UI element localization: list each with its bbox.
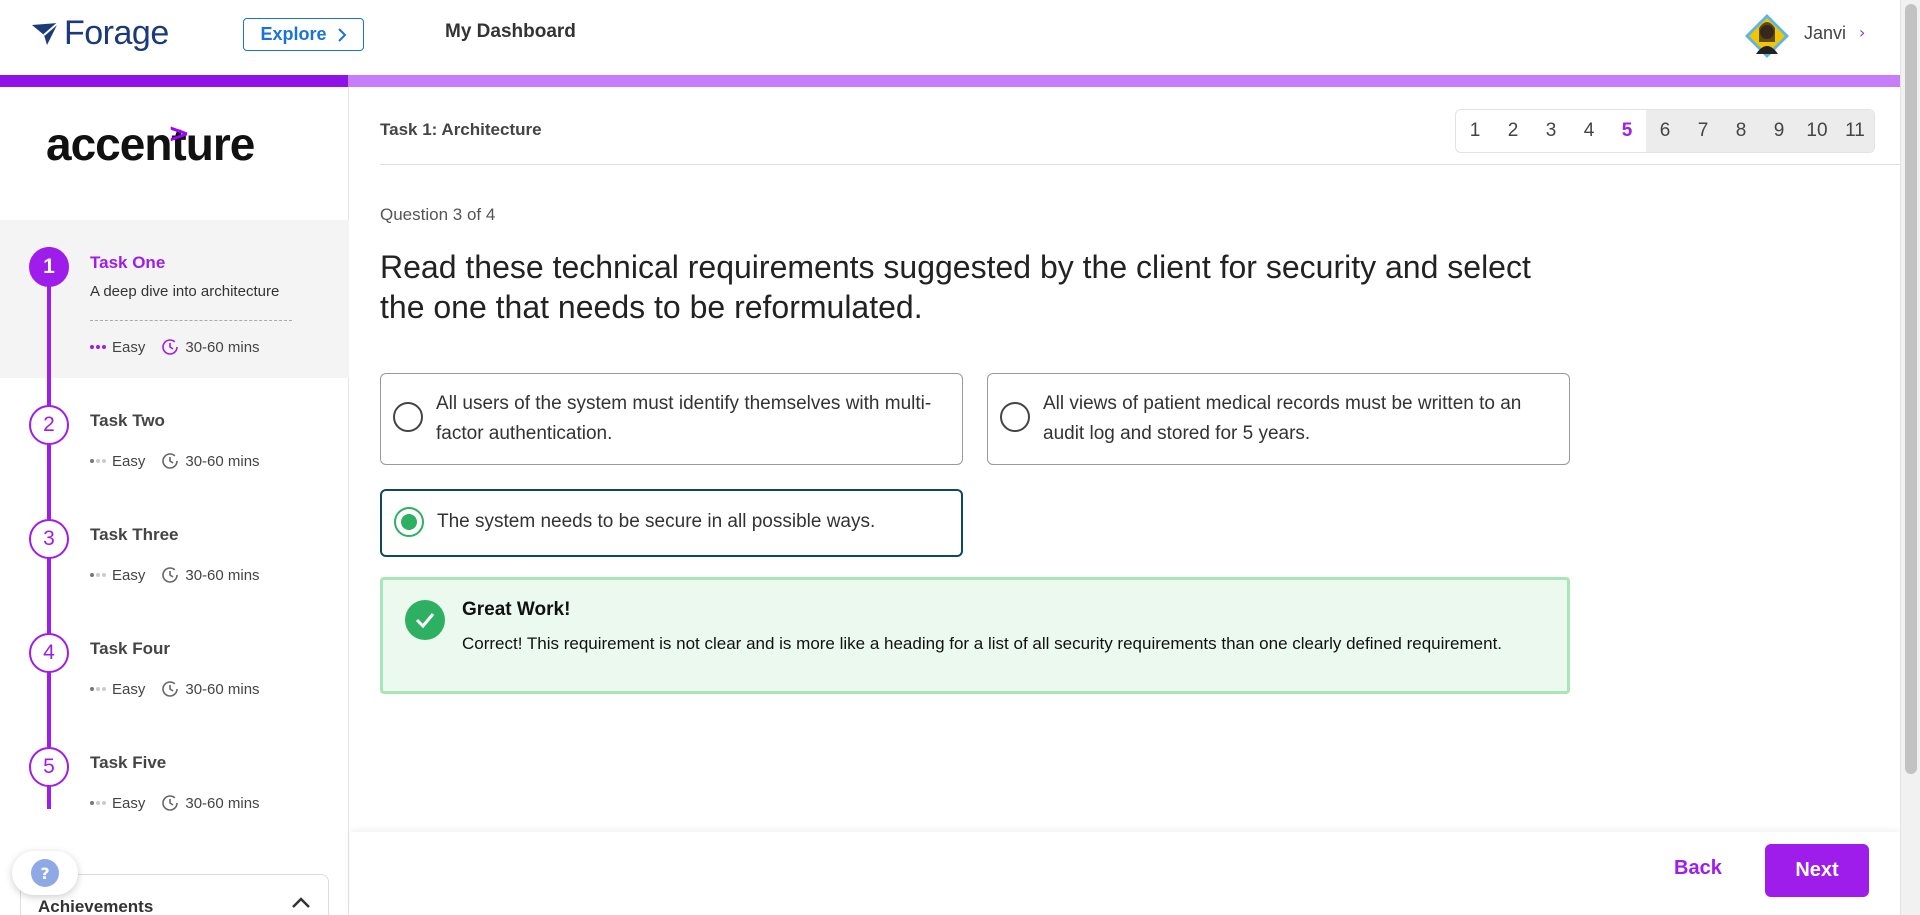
option-text: All users of the system must identify th… — [436, 393, 932, 444]
task-divider — [90, 320, 292, 321]
task-title: Task Three — [90, 525, 179, 544]
achievements-label: Achievements — [38, 897, 154, 915]
footer-bar: Back Next — [350, 832, 1900, 915]
task-title: Task Five — [90, 753, 167, 772]
difficulty-dots-icon — [90, 459, 106, 463]
step-number: 3 — [29, 519, 69, 559]
option-text: All views of patient medical records mus… — [1043, 393, 1522, 444]
task-meta: Easy 30-60 mins — [90, 566, 260, 584]
next-button[interactable]: Next — [1765, 844, 1869, 897]
clock-icon — [161, 680, 179, 698]
task-title: Task Two — [90, 411, 165, 430]
page-11[interactable]: 11 — [1836, 110, 1874, 152]
difficulty-label: Easy — [112, 452, 146, 470]
step-number: 4 — [29, 633, 69, 673]
task-meta: Easy 30-60 mins — [90, 338, 260, 356]
radio-button-checked[interactable] — [394, 507, 424, 537]
my-dashboard-link[interactable]: My Dashboard — [445, 21, 576, 43]
task-title: Task Four — [90, 639, 170, 658]
duration-label: 30-60 mins — [185, 794, 260, 812]
difficulty-label: Easy — [112, 338, 146, 356]
clock-icon — [161, 794, 179, 812]
user-avatar[interactable] — [1743, 12, 1791, 60]
clock-icon — [161, 452, 179, 470]
progress-fill — [0, 75, 348, 87]
answer-option-3[interactable]: The system needs to be secure in all pos… — [380, 489, 963, 557]
radio-button[interactable] — [1000, 402, 1030, 432]
page-7[interactable]: 7 — [1684, 110, 1722, 152]
page-9[interactable]: 9 — [1760, 110, 1798, 152]
difficulty-dots-icon — [90, 345, 106, 349]
difficulty-dots-icon — [90, 801, 106, 805]
difficulty-dots-icon — [90, 573, 106, 577]
user-name[interactable]: Janvi — [1804, 23, 1846, 44]
explore-button[interactable]: Explore — [243, 18, 364, 51]
scrollbar-thumb[interactable] — [1905, 4, 1917, 774]
feedback-text: Correct! This requirement is not clear a… — [462, 634, 1503, 653]
step-number: 2 — [29, 405, 69, 445]
option-text: The system needs to be secure in all pos… — [437, 511, 876, 532]
avatar-icon — [1745, 14, 1789, 58]
task-description: A deep dive into architecture — [90, 283, 280, 300]
feedback-title: Great Work! — [462, 599, 571, 620]
help-button[interactable]: ? — [12, 851, 78, 895]
duration-label: 30-60 mins — [185, 680, 260, 698]
page-10[interactable]: 10 — [1798, 110, 1836, 152]
question-count: Question 3 of 4 — [380, 205, 496, 224]
difficulty-label: Easy — [112, 566, 146, 584]
user-menu-chevron-icon[interactable]: › — [1859, 23, 1865, 42]
page-4[interactable]: 4 — [1570, 110, 1608, 152]
task-title: Task One — [90, 253, 166, 272]
explore-label: Explore — [260, 24, 327, 44]
forage-logo-icon — [32, 21, 59, 45]
duration-label: 30-60 mins — [185, 452, 260, 470]
question-text: Read these technical requirements sugges… — [380, 249, 1531, 325]
duration-label: 30-60 mins — [185, 338, 260, 356]
check-circle-icon — [405, 600, 445, 640]
page-8[interactable]: 8 — [1722, 110, 1760, 152]
question-pager: 1 2 3 4 5 6 7 8 9 10 11 — [1455, 109, 1875, 153]
difficulty-dots-icon — [90, 687, 106, 691]
step-number: 5 — [29, 747, 69, 787]
logo-text: Forage — [64, 14, 169, 52]
course-progress-bar — [0, 75, 1900, 87]
forage-logo[interactable]: Forage — [30, 14, 169, 53]
help-icon: ? — [31, 859, 59, 887]
page-3[interactable]: 3 — [1532, 110, 1570, 152]
step-number: 1 — [29, 247, 69, 287]
back-button[interactable]: Back — [1674, 857, 1722, 880]
duration-label: 30-60 mins — [185, 566, 260, 584]
top-nav: Forage Explore My Dashboard Janvi › — [0, 0, 1900, 75]
task-meta: Easy 30-60 mins — [90, 794, 260, 812]
feedback-box: Great Work! Correct! This requirement is… — [380, 577, 1570, 694]
chevron-up-icon[interactable] — [291, 895, 311, 909]
radio-button[interactable] — [393, 402, 423, 432]
clock-icon — [161, 566, 179, 584]
difficulty-label: Easy — [112, 680, 146, 698]
page-6[interactable]: 6 — [1646, 110, 1684, 152]
task-meta: Easy 30-60 mins — [90, 680, 260, 698]
page-1[interactable]: 1 — [1456, 110, 1494, 152]
page-scrollbar[interactable] — [1900, 0, 1920, 915]
accenture-logo: accenture — [46, 118, 255, 170]
task-meta: Easy 30-60 mins — [90, 452, 260, 470]
difficulty-label: Easy — [112, 794, 146, 812]
header-divider — [380, 164, 1900, 165]
main-content: Task 1: Architecture 1 2 3 4 5 6 7 8 9 10 11 Quest… — [350, 87, 1900, 915]
page-5[interactable]: 5 — [1608, 110, 1646, 152]
answer-option-1[interactable]: All users of the system must identify th… — [380, 373, 963, 465]
answer-option-2[interactable]: All views of patient medical records mus… — [987, 373, 1570, 465]
clock-icon — [161, 338, 179, 356]
task-sidebar: accenture > 1 Task One A deep dive into … — [0, 87, 349, 915]
accenture-mark-icon: > — [168, 119, 190, 149]
page-2[interactable]: 2 — [1494, 110, 1532, 152]
task-header: Task 1: Architecture — [380, 120, 542, 139]
chevron-right-icon — [337, 27, 346, 42]
